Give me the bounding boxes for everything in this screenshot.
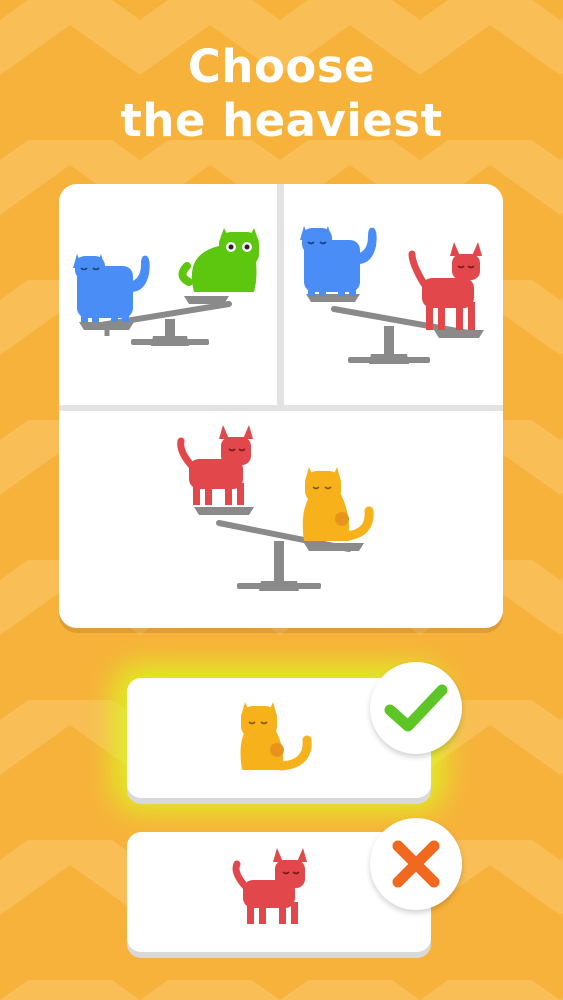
red-cat-icon [232,848,307,924]
comparison-panel-1 [59,184,277,405]
green-cat-icon [178,228,259,292]
blue-cat-icon [300,226,377,296]
comparison-panel-3 [59,411,503,628]
red-cat-icon [408,242,482,330]
cross-icon [392,840,440,888]
wrong-badge [370,818,462,910]
red-cat-icon [177,425,253,505]
orange-cat-icon [302,467,374,541]
blue-cat-icon [73,254,150,322]
check-icon [384,684,448,732]
correct-badge [370,662,462,754]
puzzle-card [59,184,503,628]
title-line-1: Choose [187,40,376,93]
title-line-2: the heaviest [120,94,443,147]
orange-cat-icon [240,702,312,771]
comparison-panel-2 [284,184,503,405]
